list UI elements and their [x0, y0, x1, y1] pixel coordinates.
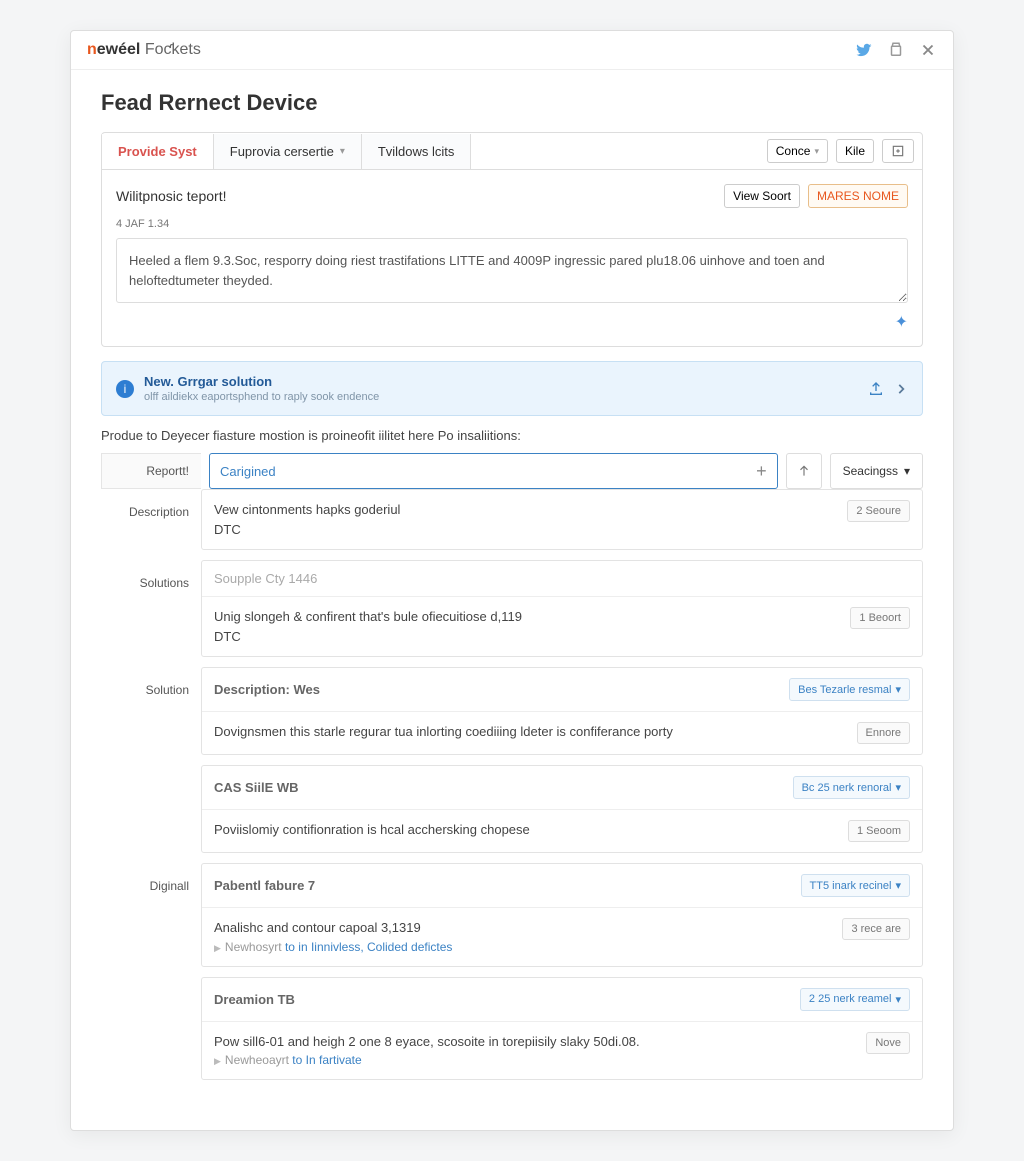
sort-button[interactable]: [786, 453, 822, 489]
chevron-down-icon: ▾: [895, 879, 901, 892]
result-card[interactable]: Description: Wes Bes Tezarle resmal ▾ Dovi…: [201, 667, 923, 755]
result-card[interactable]: Soupple Cty 1446 Unig slongeh & confirent…: [201, 560, 923, 657]
result-card[interactable]: Vew cintonments hapks goderiulDTC2 Seour…: [201, 489, 923, 550]
settings-button[interactable]: Seacingss ▾: [830, 453, 923, 489]
info-banner: i New. Grrgar solution olff aildiekx eap…: [101, 361, 923, 416]
filter-label: Reportt!: [101, 453, 201, 489]
btn-label: MARES NOME: [817, 189, 899, 203]
card-title: Pabentl fabure 7: [214, 878, 315, 893]
card-body-text: Pow sill6-01 and heigh 2 one 8 eyace, sc…: [214, 1032, 866, 1052]
triangle-icon: ▶: [214, 1056, 221, 1066]
logo-part-a: n: [87, 41, 97, 58]
side-label: [101, 765, 201, 863]
side-label: [101, 977, 201, 1091]
chevron-down-icon: ▾: [904, 464, 910, 478]
chevron-down-icon: ▾: [895, 993, 901, 1006]
logo-part-b: ewéel: [97, 41, 141, 58]
export-icon-button[interactable]: [882, 139, 914, 163]
info-icon: i: [116, 380, 134, 398]
info-title: New. Grrgar solution: [144, 374, 858, 389]
tab-label: Tvildows lcits: [378, 144, 455, 159]
filter-row: Reportt! + Seacingss ▾: [101, 453, 923, 489]
app-window: newéel Foƈkets Fead Rernect Device Provi…: [70, 30, 954, 1131]
triangle-icon: ▶: [214, 943, 221, 953]
tab-label: Fuprovia cersertie: [230, 144, 334, 159]
main-content: Fead Rernect Device Provide Syst Fuprovi…: [71, 70, 953, 1130]
sub-pre: Newheoayrt: [225, 1053, 292, 1067]
report-textarea[interactable]: Heeled a flem 9.3.Soc, resporry doing ri…: [116, 238, 908, 303]
result-card[interactable]: Dreamion TB 2 25 nerk reamel ▾ Pow sill6-0…: [201, 977, 923, 1081]
chevron-down-icon: ▾: [895, 683, 901, 696]
card-title: Dreamion TB: [214, 992, 295, 1007]
meta-date: 4 JAF 1.34: [116, 218, 908, 230]
btn-label: Conce: [776, 144, 811, 158]
count-tag: Nove: [866, 1032, 910, 1054]
chevron-down-icon: ▾: [895, 781, 901, 794]
sub-link[interactable]: to in Iinnivless, Colided defictes: [285, 940, 452, 954]
report-panel: Wilitpnosic teport! View Soort MARES NOM…: [101, 170, 923, 347]
card-body-text: Unig slongeh & confirent that's bule ofi…: [214, 607, 850, 627]
card-body-text: Dovignsmen this starle regurar tua inlor…: [214, 722, 857, 742]
chevron-right-icon[interactable]: [894, 382, 908, 396]
close-icon[interactable]: [919, 41, 937, 59]
tab-fuprovia[interactable]: Fuprovia cersertie ▾: [214, 134, 362, 169]
tab-tvildows[interactable]: Tvildows lcits: [362, 134, 472, 169]
logo-part-c: Foƈkets: [140, 41, 200, 58]
card-title: CAS SiilE WB: [214, 780, 299, 795]
card-body-line2: DTC: [214, 520, 847, 540]
conce-button[interactable]: Conce▾: [767, 139, 828, 163]
titlebar: newéel Foƈkets: [71, 31, 953, 70]
search-field[interactable]: +: [209, 453, 778, 489]
card-title: Description: Wes: [214, 682, 320, 697]
count-tag: Ennore: [857, 722, 910, 744]
card-list: DescriptionVew cintonments hapks goderiu…: [101, 489, 923, 1090]
count-tag: 1 Seoom: [848, 820, 910, 842]
btn-label: View Soort: [733, 189, 791, 203]
upload-icon[interactable]: [868, 381, 884, 397]
status-pill[interactable]: 2 25 nerk reamel ▾: [800, 988, 910, 1011]
status-pill[interactable]: TT5 inark recinel ▾: [801, 874, 910, 897]
report-title: Wilitpnosic teport!: [116, 188, 226, 204]
result-card[interactable]: Pabentl fabure 7 TT5 inark recinel ▾ Anali…: [201, 863, 923, 967]
card-body-text: Analishc and contour capoal 3,1319: [214, 918, 842, 938]
plus-icon[interactable]: +: [756, 461, 767, 482]
tabs: Provide Syst Fuprovia cersertie ▾ Tvildow…: [101, 132, 923, 170]
app-logo: newéel Foƈkets: [87, 41, 201, 59]
status-pill[interactable]: Bc 25 nerk renoral ▾: [793, 776, 910, 799]
search-input[interactable]: [220, 464, 756, 479]
sub-link[interactable]: to In fartivate: [292, 1053, 361, 1067]
chevron-down-icon: ▾: [814, 146, 819, 157]
result-card[interactable]: CAS SiilE WB Bc 25 nerk renoral ▾ Poviislo…: [201, 765, 923, 853]
count-tag: 3 rece are: [842, 918, 910, 940]
chevron-down-icon: ▾: [340, 146, 345, 157]
twitter-icon[interactable]: [855, 41, 873, 59]
star-icon[interactable]: ✦: [895, 312, 908, 332]
page-title: Fead Rernect Device: [101, 90, 923, 116]
btn-label: Seacingss: [843, 464, 898, 478]
side-label: Diginall: [101, 863, 201, 977]
sub-pre: Newhosyrt: [225, 940, 285, 954]
lead-text: Produe to Deyecer fiasture mostion is pr…: [101, 428, 923, 443]
status-pill[interactable]: Bes Tezarle resmal ▾: [789, 678, 910, 701]
card-body-text: Vew cintonments hapks goderiul: [214, 500, 847, 520]
kile-button[interactable]: Kile: [836, 139, 874, 163]
mares-button[interactable]: MARES NOME: [808, 184, 908, 208]
view-sort-button[interactable]: View Soort: [724, 184, 800, 208]
btn-label: Kile: [845, 144, 865, 158]
side-label: Description: [101, 489, 201, 560]
card-title: Soupple Cty 1446: [214, 571, 317, 586]
notification-icon[interactable]: [887, 41, 905, 59]
side-label: Solutions: [101, 560, 201, 667]
info-subtitle: olff aildiekx eaportsphend to raply sook…: [144, 391, 858, 403]
count-tag: 2 Seoure: [847, 500, 910, 522]
side-label: Solution: [101, 667, 201, 765]
tab-label: Provide Syst: [118, 144, 197, 159]
tab-provide[interactable]: Provide Syst: [102, 134, 214, 169]
card-body-text: Poviislomiy contifionration is hcal acch…: [214, 820, 848, 840]
count-tag: 1 Beoort: [850, 607, 910, 629]
card-body-line2: DTC: [214, 627, 850, 647]
